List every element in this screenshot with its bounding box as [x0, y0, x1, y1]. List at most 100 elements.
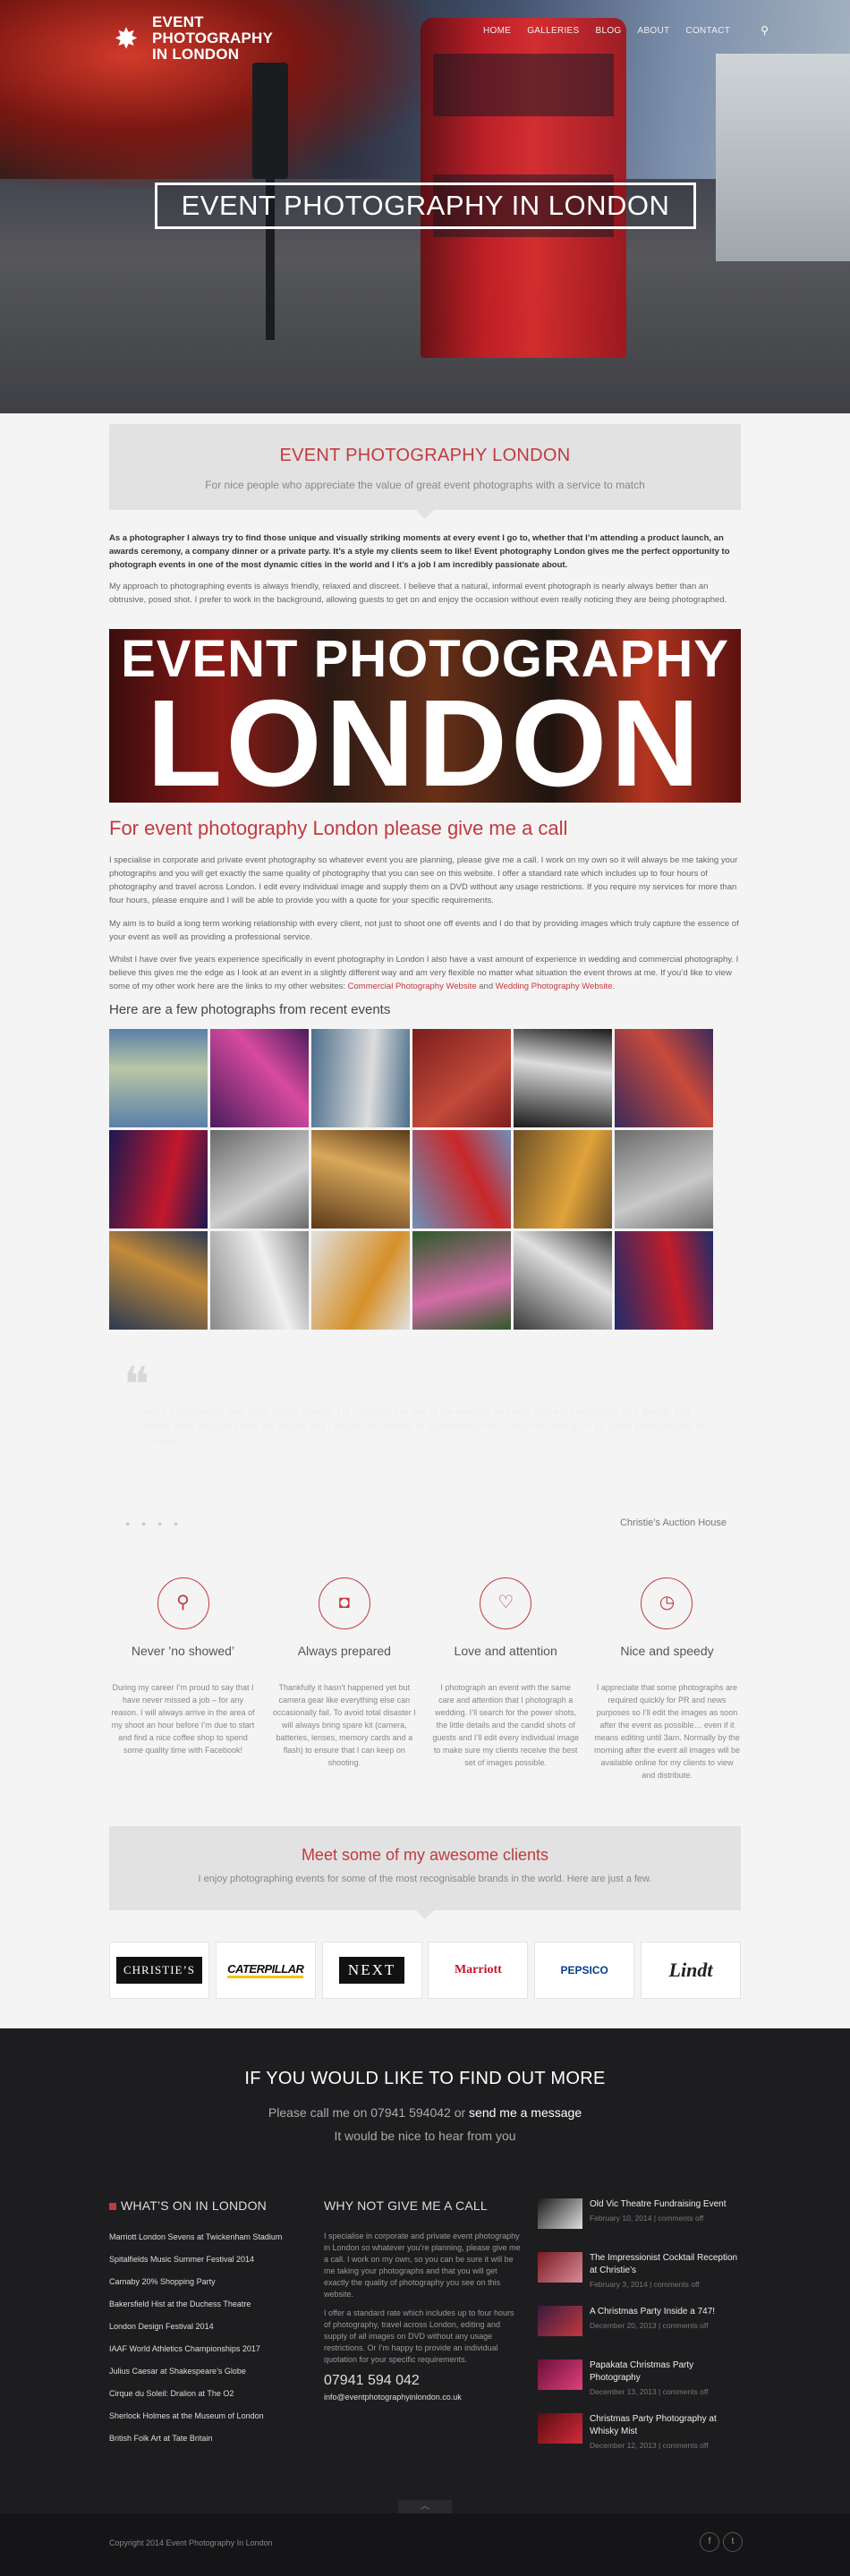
recent-post[interactable]: Papakata Christmas Party Photography Dec… — [538, 2359, 744, 2413]
post-meta: February 10, 2014 | comments off — [590, 2214, 704, 2223]
post-meta: December 13, 2013 | comments off — [590, 2387, 709, 2396]
intro-title: EVENT PHOTOGRAPHY LONDON — [279, 446, 571, 465]
call-heading: For event photography London please give… — [109, 817, 568, 839]
post-thumbnail[interactable] — [538, 2359, 582, 2390]
pepsico-logo-text: PEPSICO — [560, 1964, 608, 1977]
footer-dark: IF YOU WOULD LIKE TO FIND OUT MORE Pleas… — [0, 2028, 850, 2513]
nav-galleries[interactable]: GALLERIES — [527, 26, 579, 36]
testimonial-pager[interactable]: ● ● ● ● — [125, 1519, 183, 1528]
gallery-photo[interactable] — [109, 1029, 208, 1127]
feature-item: ⚲ Never ’no showed’ During my career I’m… — [109, 1577, 257, 1781]
whats-on-item[interactable]: Bakersfield Hist at the Duchess Theatre — [109, 2298, 306, 2320]
christies-logo-text: CHRISTIE’S — [115, 1957, 203, 1984]
site-logo[interactable]: ✸ EVENT PHOTOGRAPHY IN LONDON — [107, 14, 322, 63]
marriott-logo: Marriott — [428, 1942, 529, 1999]
gallery-photo[interactable] — [615, 1130, 713, 1228]
post-title[interactable]: A Christmas Party Inside a 747! — [590, 2306, 715, 2318]
cta-line-2: It would be nice to hear from you — [334, 2129, 516, 2143]
marriott-logo-text: Marriott — [454, 1963, 502, 1977]
gallery-photo[interactable] — [311, 1029, 410, 1127]
nav-contact[interactable]: CONTACT — [685, 26, 730, 36]
intro-subtitle: For nice people who appreciate the value… — [205, 479, 645, 491]
post-thumbnail[interactable] — [538, 2198, 582, 2229]
post-title[interactable]: The Impressionist Cocktail Reception at … — [590, 2252, 744, 2277]
whats-on-item[interactable]: Carnaby 20% Shopping Party — [109, 2275, 306, 2298]
pepsico-logo: PEPSICO — [534, 1942, 635, 1999]
gallery-photo[interactable] — [412, 1130, 511, 1228]
gallery-photo[interactable] — [109, 1231, 208, 1330]
logo-line-1: EVENT PHOTOGRAPHY — [152, 13, 274, 47]
caterpillar-logo: CATERPILLAR — [215, 1942, 316, 1999]
post-title[interactable]: Old Vic Theatre Fundraising Event — [590, 2198, 727, 2211]
recent-post[interactable]: Christmas Party Photography at Whisky Mi… — [538, 2413, 744, 2467]
feature-item: ◷ Nice and speedy I appreciate that some… — [593, 1577, 741, 1781]
intro-box-arrow — [416, 510, 434, 519]
lindt-logo-text: Lindt — [668, 1959, 713, 1981]
nav-blog[interactable]: BLOG — [595, 26, 621, 36]
gallery-photo[interactable] — [615, 1029, 713, 1127]
gallery-photo[interactable] — [615, 1231, 713, 1330]
post-meta: December 12, 2013 | comments off — [590, 2441, 709, 2450]
testimonial-author: Christie’s Auction House — [619, 1518, 727, 1528]
feature-text: I appreciate that some photographs are r… — [593, 1683, 741, 1780]
whats-on-item[interactable]: British Folk Art at Tate Britain — [109, 2432, 306, 2454]
main-nav: HOME GALLERIES BLOG ABOUT CONTACT ⚲ — [483, 24, 769, 37]
cta-phone-text: Please call me on 07941 594042 or — [268, 2105, 470, 2120]
lindt-logo: Lindt — [640, 1942, 741, 1999]
recent-post[interactable]: The Impressionist Cocktail Reception at … — [538, 2252, 744, 2306]
whats-on-item[interactable]: IAAF World Athletics Championships 2017 — [109, 2342, 306, 2365]
post-thumbnail[interactable] — [538, 2413, 582, 2444]
gallery-photo[interactable] — [210, 1029, 309, 1127]
post-title[interactable]: Papakata Christmas Party Photography — [590, 2359, 744, 2385]
gallery-photo[interactable] — [109, 1130, 208, 1228]
recent-post[interactable]: Old Vic Theatre Fundraising Event Februa… — [538, 2198, 744, 2252]
whats-on-item[interactable]: Julius Caesar at Shakespeare’s Globe — [109, 2365, 306, 2387]
gallery-photo[interactable] — [412, 1231, 511, 1330]
post-thumbnail[interactable] — [538, 2252, 582, 2283]
nav-about[interactable]: ABOUT — [637, 26, 669, 36]
feature-item: ♡ Love and attention I photograph an eve… — [432, 1577, 580, 1781]
gallery-photo[interactable] — [514, 1130, 612, 1228]
gallery-photo[interactable] — [514, 1029, 612, 1127]
post-title[interactable]: Christmas Party Photography at Whisky Mi… — [590, 2413, 744, 2438]
clients-box: Meet some of my awesome clients I enjoy … — [109, 1826, 741, 1919]
nav-home[interactable]: HOME — [483, 26, 511, 36]
facebook-icon[interactable]: f — [700, 2532, 719, 2552]
whats-on-item[interactable]: London Design Festival 2014 — [109, 2320, 306, 2342]
footer-bottom-bar: Copyright 2014 Event Photography In Lond… — [0, 2513, 850, 2576]
whats-on-item[interactable]: Cirque du Soleil: Dralion at The O2 — [109, 2387, 306, 2410]
clients-box-arrow — [416, 1910, 434, 1919]
recent-posts-column: Old Vic Theatre Fundraising Event Februa… — [538, 2198, 744, 2467]
post-date: February 10, 2014 — [590, 2214, 652, 2223]
back-to-top-button[interactable]: ︿ — [398, 2500, 452, 2513]
heart-icon: ♡ — [480, 1577, 532, 1629]
whats-on-item[interactable]: Spitalfields Music Summer Festival 2014 — [109, 2253, 306, 2275]
twitter-icon[interactable]: t — [723, 2532, 743, 2552]
commercial-photography-link[interactable]: Commercial Photography Website — [348, 982, 477, 991]
event-photography-london-banner: EVENT PHOTOGRAPHY LONDON — [109, 629, 741, 803]
send-message-link[interactable]: send me a message — [469, 2105, 582, 2120]
camera-icon: ◘ — [318, 1577, 370, 1629]
next-logo: NEXT — [321, 1942, 422, 1999]
recent-post[interactable]: A Christmas Party Inside a 747! December… — [538, 2306, 744, 2359]
whats-on-item[interactable]: Sherlock Holmes at the Museum of London — [109, 2410, 306, 2432]
phone-number[interactable]: 07941 594 042 — [324, 2373, 521, 2389]
feature-text: Thankfully it hasn’t happened yet but ca… — [272, 1683, 416, 1767]
gallery-photo[interactable] — [210, 1130, 309, 1228]
email-link[interactable]: info@eventphotographyinlondon.co.uk — [324, 2393, 521, 2402]
feature-title: Always prepared — [297, 1644, 391, 1658]
gallery-photo[interactable] — [514, 1231, 612, 1330]
post-thumbnail[interactable] — [538, 2306, 582, 2336]
hero-building — [716, 54, 850, 286]
search-icon[interactable]: ⚲ — [761, 24, 769, 37]
why-call-column: WHY NOT GIVE ME A CALL I specialise in c… — [324, 2198, 521, 2402]
post-comments: comments off — [662, 2441, 709, 2450]
gallery-photo[interactable] — [311, 1231, 410, 1330]
whats-on-item[interactable]: Marriott London Sevens at Twickenham Sta… — [109, 2231, 306, 2253]
gallery-photo[interactable] — [210, 1231, 309, 1330]
gallery-photo[interactable] — [412, 1029, 511, 1127]
wedding-photography-link[interactable]: Wedding Photography Website — [496, 982, 613, 991]
whats-on-title: WHAT’S ON IN LONDON — [109, 2198, 306, 2213]
client-logos: CHRISTIE’S CATERPILLAR NEXT Marriott PEP… — [109, 1942, 741, 1999]
gallery-photo[interactable] — [311, 1130, 410, 1228]
